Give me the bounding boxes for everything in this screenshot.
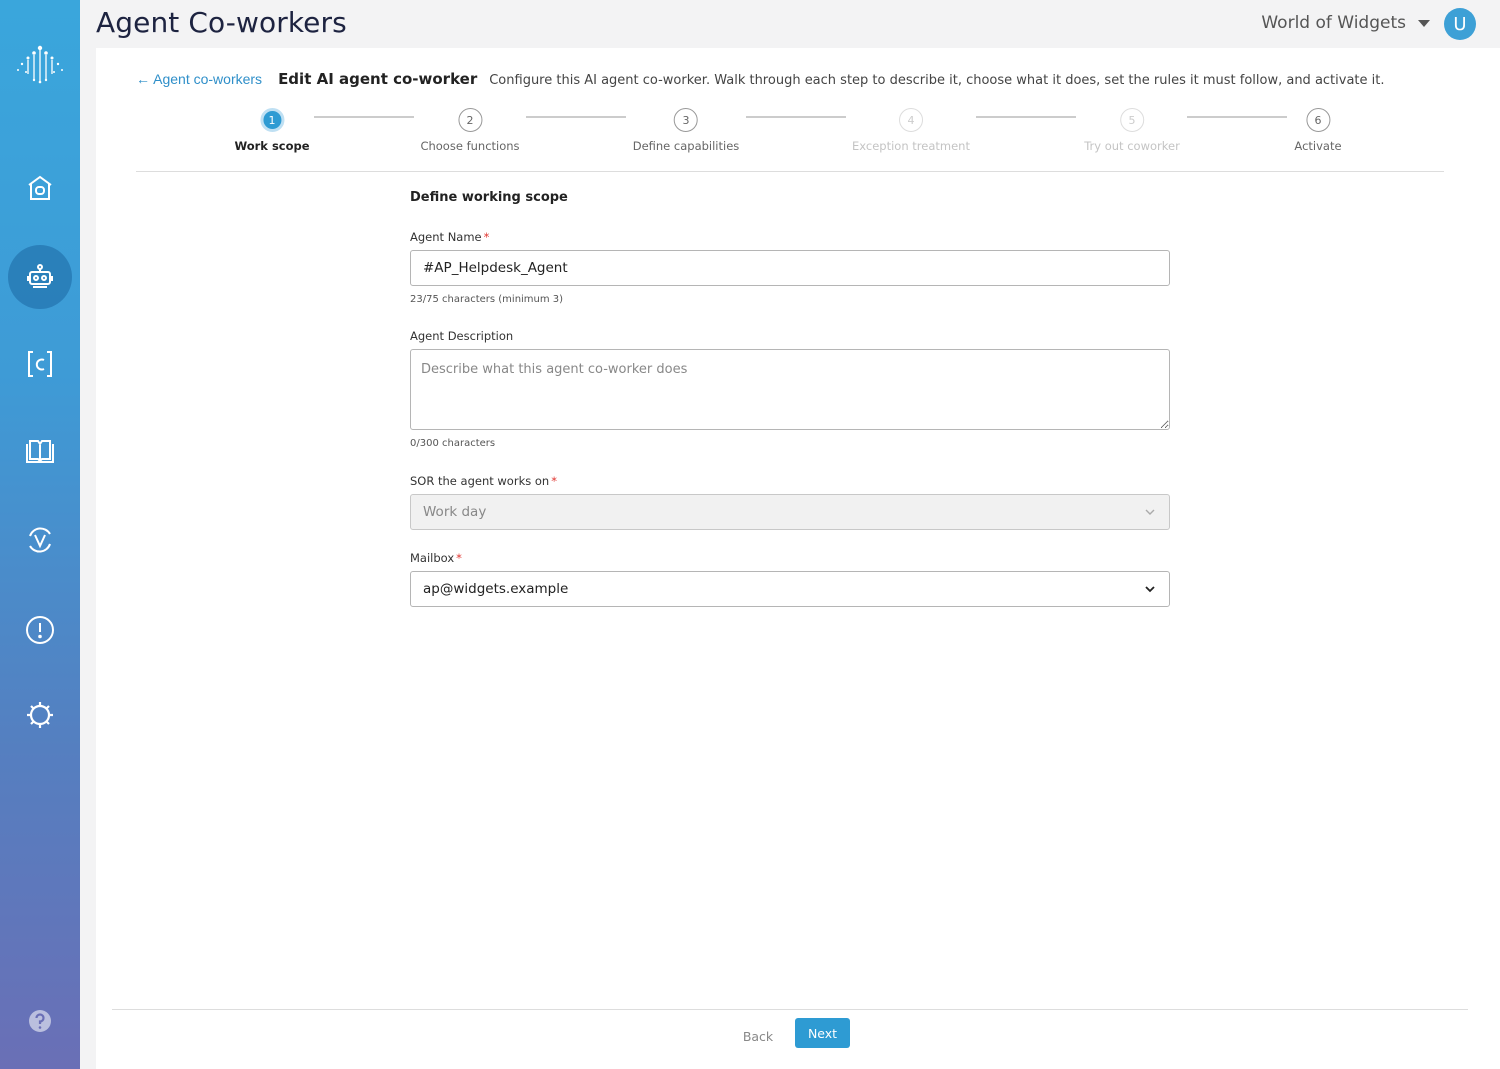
next-button[interactable]: Next bbox=[795, 1018, 850, 1048]
agent-name-label-text: Agent Name bbox=[410, 230, 482, 244]
sidebar bbox=[0, 0, 80, 1069]
step-connector bbox=[1187, 116, 1287, 118]
stepper: 1 Work scope 2 Choose functions 3 Define… bbox=[96, 108, 1500, 168]
main-card: ← Agent co-workers Edit AI agent co-work… bbox=[96, 48, 1500, 1069]
step-connector bbox=[314, 116, 414, 118]
mailbox-label-text: Mailbox bbox=[410, 551, 455, 565]
step-number: 5 bbox=[1120, 108, 1144, 132]
agent-name-hint: 23/75 characters (minimum 3) bbox=[410, 294, 564, 305]
step-define-capabilities[interactable]: 3 Define capabilities bbox=[632, 108, 740, 153]
step-label: Choose functions bbox=[420, 139, 520, 153]
document-c-icon bbox=[28, 351, 52, 377]
section-title: Define working scope bbox=[410, 190, 568, 205]
org-selector[interactable]: World of Widgets bbox=[1261, 13, 1430, 33]
sidebar-item-knowledge[interactable] bbox=[8, 420, 72, 484]
robot-icon bbox=[27, 264, 53, 288]
step-connector bbox=[526, 116, 626, 118]
sor-label-text: SOR the agent works on bbox=[410, 474, 550, 488]
agent-description-textarea[interactable] bbox=[410, 349, 1170, 430]
sidebar-item-agents[interactable] bbox=[8, 245, 72, 309]
step-number: 6 bbox=[1305, 108, 1330, 132]
required-mark: * bbox=[483, 230, 490, 244]
step-label: Try out coworker bbox=[1084, 139, 1180, 153]
chevron-down-icon bbox=[1145, 586, 1155, 593]
step-connector bbox=[746, 116, 846, 118]
sidebar-item-help[interactable] bbox=[8, 989, 72, 1053]
sidebar-item-alerts[interactable] bbox=[8, 598, 72, 662]
step-choose-functions[interactable]: 2 Choose functions bbox=[420, 108, 520, 153]
mailbox-label: Mailbox * bbox=[410, 551, 462, 565]
page-title: Agent Co-workers bbox=[96, 6, 347, 39]
chevron-down-icon bbox=[1145, 509, 1155, 515]
sor-select: Work day bbox=[410, 494, 1170, 530]
step-label: Activate bbox=[1294, 139, 1342, 153]
step-number: 4 bbox=[898, 108, 923, 132]
step-number: 3 bbox=[673, 108, 698, 132]
breadcrumb: ← Agent co-workers Edit AI agent co-work… bbox=[136, 70, 1385, 88]
required-mark: * bbox=[551, 474, 557, 488]
caret-down-icon bbox=[1418, 19, 1430, 27]
step-label: Work scope bbox=[234, 139, 310, 153]
back-to-agents-link[interactable]: ← Agent co-workers bbox=[136, 71, 262, 87]
step-exception-treatment: 4 Exception treatment bbox=[852, 108, 970, 153]
book-icon bbox=[26, 440, 54, 463]
sor-value: Work day bbox=[423, 504, 487, 520]
mailbox-select[interactable]: ap@widgets.example bbox=[410, 571, 1170, 607]
step-number: 1 bbox=[260, 108, 284, 132]
step-activate[interactable]: 6 Activate bbox=[1294, 108, 1342, 153]
step-connector bbox=[976, 116, 1076, 118]
edit-description: Configure this AI agent co-worker. Walk … bbox=[489, 73, 1385, 88]
agent-name-label: Agent Name * bbox=[410, 230, 489, 244]
org-name: World of Widgets bbox=[1261, 13, 1406, 33]
edit-title: Edit AI agent co-worker bbox=[278, 70, 478, 88]
tree-logo-icon[interactable] bbox=[14, 42, 66, 86]
gear-icon bbox=[27, 702, 53, 728]
required-mark: * bbox=[456, 551, 462, 565]
step-try-out-coworker: 5 Try out coworker bbox=[1084, 108, 1180, 153]
help-icon bbox=[29, 1010, 51, 1032]
agent-description-label: Agent Description bbox=[410, 329, 514, 343]
alert-icon bbox=[26, 616, 54, 644]
header: Agent Co-workers World of Widgets U bbox=[80, 0, 1500, 48]
avatar[interactable]: U bbox=[1444, 8, 1476, 40]
sor-label: SOR the agent works on * bbox=[410, 474, 557, 488]
back-button[interactable]: Back bbox=[732, 1024, 784, 1048]
sidebar-item-settings[interactable] bbox=[8, 683, 72, 747]
footer-divider bbox=[112, 1009, 1468, 1010]
step-label: Define capabilities bbox=[632, 139, 740, 153]
sidebar-item-verify[interactable] bbox=[8, 508, 72, 572]
step-work-scope[interactable]: 1 Work scope bbox=[234, 108, 310, 153]
agent-name-input[interactable] bbox=[410, 250, 1170, 286]
refresh-v-icon bbox=[29, 527, 51, 553]
step-number: 2 bbox=[458, 108, 482, 132]
sidebar-item-documents[interactable] bbox=[8, 332, 72, 396]
home-icon bbox=[28, 175, 52, 200]
agent-description-hint: 0/300 characters bbox=[410, 438, 496, 449]
mailbox-value: ap@widgets.example bbox=[423, 581, 569, 597]
step-label: Exception treatment bbox=[852, 139, 970, 153]
sidebar-item-home[interactable] bbox=[8, 156, 72, 220]
divider bbox=[136, 171, 1444, 172]
